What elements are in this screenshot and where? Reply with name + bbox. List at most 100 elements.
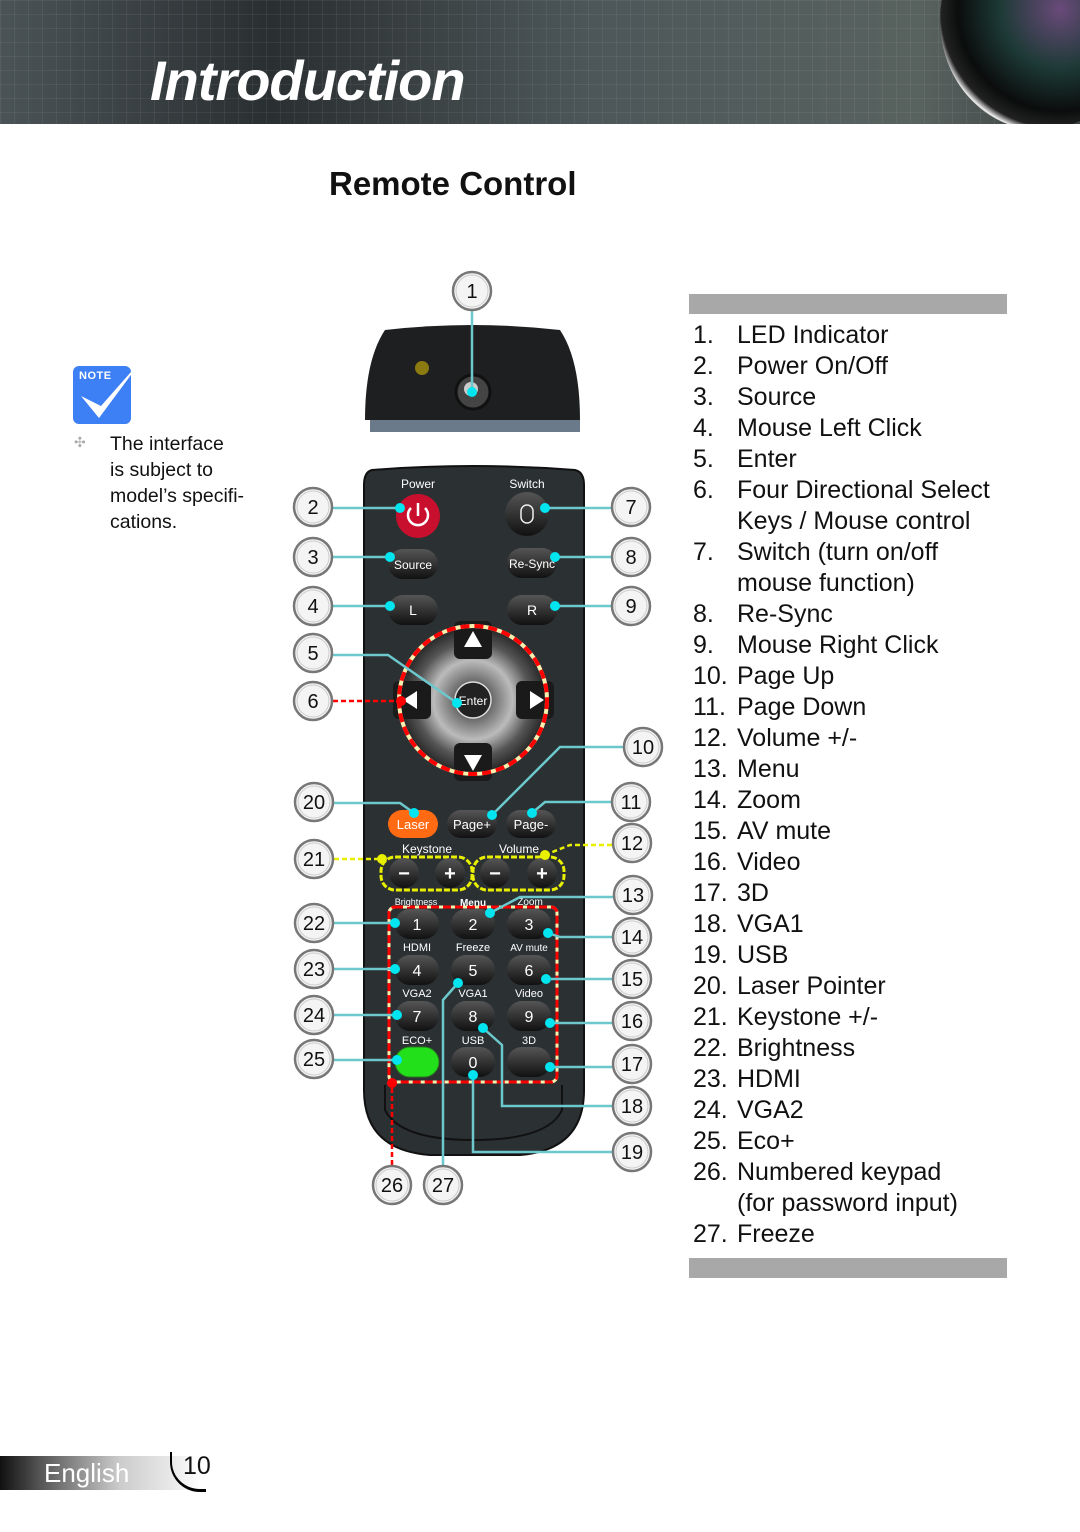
legend-item: 11. Page Down xyxy=(693,692,990,723)
legend-text: Power On/Off xyxy=(737,352,888,380)
callout-dot xyxy=(543,928,553,938)
legend-item: 24. VGA2 xyxy=(693,1095,990,1126)
legend-text: Four Directional Select xyxy=(737,476,990,504)
enter-label: Enter xyxy=(459,694,488,708)
page-down-button-label: Page- xyxy=(514,817,549,832)
remote-label: Switch xyxy=(509,477,544,491)
legend-number: 23. xyxy=(693,1065,728,1093)
legend-number xyxy=(693,568,737,599)
callout-number: 21 xyxy=(303,849,325,871)
callout-dot xyxy=(541,974,551,984)
legend-item: 22. Brightness xyxy=(693,1033,990,1064)
remote-label: Menu xyxy=(460,898,486,909)
legend-item: mouse function) xyxy=(693,568,990,599)
legend-number: 15. xyxy=(693,817,728,845)
legend-number: 1. xyxy=(693,321,714,349)
legend-item: 16. Video xyxy=(693,847,990,878)
callout-dot xyxy=(550,601,560,611)
legend-item: 1. LED Indicator xyxy=(693,320,990,351)
callout-dot xyxy=(392,1010,402,1020)
number-label: 8 xyxy=(469,1009,478,1026)
legend-number: 12. xyxy=(693,724,728,752)
page-number: 10 xyxy=(183,1452,211,1480)
legend-number: 26. xyxy=(693,1158,728,1186)
legend-item: 7. Switch (turn on/off xyxy=(693,537,990,568)
3d-button[interactable] xyxy=(507,1047,551,1077)
legend-item: 3. Source xyxy=(693,382,990,413)
legend-number: 20. xyxy=(693,972,728,1000)
callout-number: 1 xyxy=(466,281,477,303)
callout-number: 11 xyxy=(621,792,642,814)
legend-number xyxy=(693,506,737,537)
callout-number: 3 xyxy=(307,547,318,569)
callout-dot xyxy=(485,908,495,918)
callout-number: 6 xyxy=(307,691,318,713)
legend-text: mouse function) xyxy=(737,569,915,597)
callout-number: 16 xyxy=(621,1011,643,1033)
callout-number: 14 xyxy=(621,927,643,949)
number-label: 7 xyxy=(413,1009,422,1026)
remote-label: HDMI xyxy=(403,942,431,954)
callout-dot xyxy=(550,552,560,562)
callout-dot xyxy=(396,696,406,706)
legend-item: 26. Numbered keypad xyxy=(693,1157,990,1188)
legend-number: 11. xyxy=(693,693,726,721)
legend-text: (for password input) xyxy=(737,1189,958,1217)
left-click-button-label: L xyxy=(409,602,417,618)
legend-item: Keys / Mouse control xyxy=(693,506,990,537)
legend-item: 14. Zoom xyxy=(693,785,990,816)
callout-dot xyxy=(452,698,462,708)
keystone-minus-button-label: − xyxy=(398,863,410,885)
remote-label: AV mute xyxy=(510,943,548,954)
page-up-button-label: Page+ xyxy=(453,817,491,832)
legend-item: 8. Re-Sync xyxy=(693,599,990,630)
legend-text: Freeze xyxy=(737,1220,815,1248)
legend-number: 18. xyxy=(693,910,728,938)
number-label: 3 xyxy=(525,917,534,934)
remote-label: VGA1 xyxy=(458,988,487,1000)
right-click-button-label: R xyxy=(527,602,537,618)
callout-number: 17 xyxy=(621,1054,643,1076)
legend-number: 27. xyxy=(693,1220,728,1248)
callout-dot xyxy=(392,1055,402,1065)
legend-number: 9. xyxy=(693,631,714,659)
legend-number: 5. xyxy=(693,445,714,473)
callout-number: 23 xyxy=(303,959,325,981)
legend-number: 3. xyxy=(693,383,714,411)
legend-text: Laser Pointer xyxy=(737,972,886,1000)
legend-item: 10. Page Up xyxy=(693,661,990,692)
legend-number: 24. xyxy=(693,1096,728,1124)
legend-text: Keys / Mouse control xyxy=(737,507,971,535)
callout-dot xyxy=(467,387,477,397)
callout-number: 27 xyxy=(432,1175,454,1197)
legend-text: Menu xyxy=(737,755,800,783)
legend-item: 5. Enter xyxy=(693,444,990,475)
legend-number: 21. xyxy=(693,1003,728,1031)
legend-text: AV mute xyxy=(737,817,832,845)
list-bottom-divider xyxy=(689,1258,1007,1278)
legend-text: Mouse Left Click xyxy=(737,414,922,442)
legend-item: 15. AV mute xyxy=(693,816,990,847)
legend-item: 6. Four Directional Select xyxy=(693,475,990,506)
callout-number: 13 xyxy=(622,885,644,907)
legend-text: 3D xyxy=(737,879,769,907)
legend-item: 19. USB xyxy=(693,940,990,971)
eco-plus-button[interactable] xyxy=(394,1046,440,1078)
callout-number: 10 xyxy=(632,737,654,759)
callout-dot xyxy=(545,1018,555,1028)
number-label: 6 xyxy=(525,963,534,980)
switch-button[interactable] xyxy=(505,492,549,536)
callout-dot xyxy=(390,964,400,974)
remote-label: Volume xyxy=(499,842,539,856)
legend-text: Source xyxy=(737,383,817,411)
legend-text: HDMI xyxy=(737,1065,801,1093)
legend-item: 25. Eco+ xyxy=(693,1126,990,1157)
legend-text: Re-Sync xyxy=(737,600,833,628)
callout-dot xyxy=(395,503,405,513)
callout-dot xyxy=(385,601,395,611)
keystone-plus-button-label: + xyxy=(444,863,456,885)
callout-number: 20 xyxy=(303,792,325,814)
callout-dot xyxy=(478,1023,488,1033)
callout-dot xyxy=(390,918,400,928)
legend-number: 17. xyxy=(693,879,728,907)
